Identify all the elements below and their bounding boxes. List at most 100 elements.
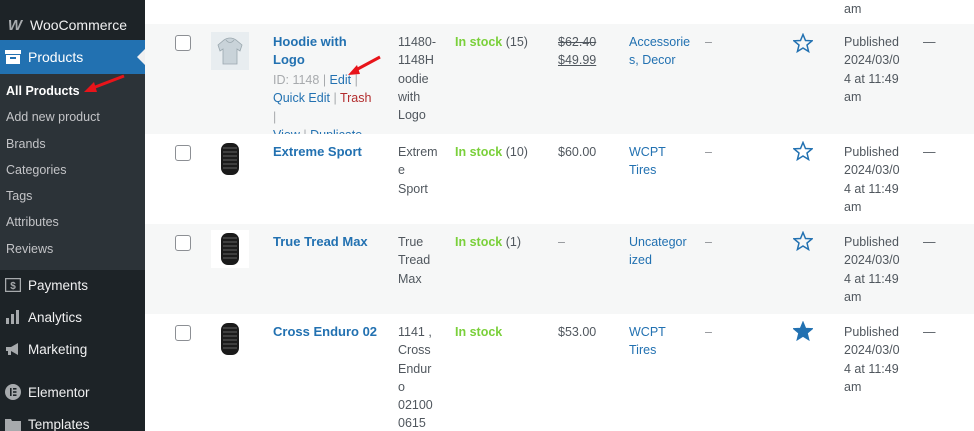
sku-line: Max [398, 271, 422, 286]
sku-line: Endur [398, 361, 432, 376]
row-checkbox[interactable] [175, 235, 191, 251]
product-thumbnail[interactable] [211, 32, 249, 70]
sku-line: Cross [398, 343, 431, 358]
product-id: ID: 1148 [273, 73, 320, 87]
elementor-icon [4, 383, 22, 401]
date-line: Published [844, 235, 899, 249]
category-line[interactable]: Accessorie [629, 33, 690, 51]
date-line: 4 at 11:49 [844, 71, 899, 86]
product-name-link[interactable]: Extreme Sport [273, 143, 362, 161]
row-checkbox[interactable] [175, 35, 191, 51]
date-line: 2024/03/0 [844, 253, 900, 268]
stock-cell: In stock (1) [455, 233, 521, 251]
submenu-attributes[interactable]: Attributes [0, 211, 145, 237]
stock-status: In stock [455, 235, 503, 249]
date-line: am [844, 379, 862, 394]
category-line[interactable]: WCPT [629, 143, 666, 161]
sku-line: Sport [398, 181, 428, 196]
stock-cell: In stock (15) [455, 33, 528, 51]
product-name-link[interactable]: Hoodie with Logo [273, 33, 373, 70]
star-outline-icon[interactable] [793, 231, 813, 251]
tags-cell: – [705, 145, 712, 159]
stock-count: (10) [505, 145, 528, 159]
category-line[interactable]: ized [629, 251, 687, 269]
category-line[interactable]: Tires [629, 161, 666, 179]
category-line[interactable]: Tires [629, 341, 666, 359]
categories-cell[interactable]: WCPT Tires [629, 323, 666, 360]
submenu-tags[interactable]: Tags [0, 185, 145, 211]
hoodie-icon [217, 37, 243, 65]
sku-line: Extrem [398, 145, 438, 159]
category-line[interactable]: Uncategor [629, 233, 687, 251]
table-row: Cross Enduro 02 1141 , Cross Endur o 021… [145, 314, 974, 431]
date-line: am [844, 289, 862, 304]
sku-line: e [398, 163, 405, 178]
dollar-icon: $ [4, 276, 22, 294]
row-checkbox[interactable] [175, 145, 191, 161]
menu-woocommerce-label: WooCommerce [30, 17, 127, 33]
menu-payments-label: Payments [28, 277, 89, 293]
quick-edit-link[interactable]: Quick Edit [273, 91, 330, 105]
star-outline-icon[interactable] [793, 141, 813, 161]
price-regular: $62.40 [558, 35, 597, 49]
categories-cell[interactable]: Accessorie s, Decor [629, 33, 690, 70]
category-line[interactable]: WCPT [629, 323, 666, 341]
date-line: 4 at 11:49 [844, 181, 899, 196]
submenu-reviews[interactable]: Reviews [0, 238, 145, 264]
price-sale: $49.99 [558, 53, 597, 68]
megaphone-icon [4, 340, 22, 358]
submenu-brands[interactable]: Brands [0, 133, 145, 159]
menu-elementor[interactable]: Elementor [0, 376, 145, 408]
sku-line: with [398, 89, 421, 104]
products-submenu: All Products Add new product Brands Cate… [0, 74, 145, 270]
categories-cell[interactable]: WCPT Tires [629, 143, 666, 180]
product-name-link[interactable]: Cross Enduro 02 [273, 323, 377, 341]
sku-cell: 1141 , Cross Endur o 02100 0615 [398, 323, 443, 431]
table-row: Hoodie with Logo ID: 1148 | Edit | Quick… [145, 24, 974, 142]
stock-status: In stock [455, 35, 503, 49]
tire-icon [221, 323, 239, 355]
date-line: 4 at 11:49 [844, 271, 899, 286]
product-name-link[interactable]: True Tread Max [273, 233, 368, 251]
extra-cell: — [923, 325, 936, 339]
edit-link[interactable]: Edit [330, 73, 352, 87]
row-checkbox[interactable] [175, 325, 191, 341]
tags-cell: – [705, 35, 712, 49]
menu-marketing[interactable]: Marketing [0, 333, 145, 365]
menu-templates[interactable]: Templates [0, 408, 145, 431]
sku-cell: True Tread Max [398, 233, 443, 288]
date-line: 2024/03/0 [844, 163, 900, 178]
date-line: Published [844, 145, 899, 159]
sku-line: o [398, 379, 405, 394]
category-line[interactable]: s, Decor [629, 51, 690, 69]
submenu-all-products[interactable]: All Products [0, 80, 145, 106]
star-filled-icon[interactable] [793, 321, 813, 341]
stock-cell: In stock [455, 323, 502, 341]
date-line: Published [844, 35, 899, 49]
price-cell: – [558, 235, 565, 249]
row-action-sep: | [354, 73, 358, 87]
submenu-add-new-product[interactable]: Add new product [0, 106, 145, 132]
extra-cell: — [923, 235, 936, 249]
trash-link[interactable]: Trash [340, 91, 372, 105]
bar-chart-icon [4, 308, 22, 326]
sku-line: 02100 [398, 398, 433, 413]
submenu-categories[interactable]: Categories [0, 159, 145, 185]
row-action-sep: | [273, 109, 277, 124]
menu-analytics[interactable]: Analytics [0, 301, 145, 333]
product-thumbnail[interactable] [211, 320, 249, 358]
product-thumbnail[interactable] [211, 230, 249, 268]
sku-line: 1141 , [398, 325, 432, 339]
product-thumbnail[interactable] [211, 140, 249, 178]
menu-elementor-label: Elementor [28, 384, 90, 400]
menu-analytics-label: Analytics [28, 309, 83, 325]
date-line: 2024/03/0 [844, 343, 900, 358]
menu-products[interactable]: Products [0, 40, 145, 74]
sku-line: oodie [398, 71, 429, 86]
star-outline-icon[interactable] [793, 33, 813, 53]
stock-count: (1) [505, 235, 522, 249]
categories-cell[interactable]: Uncategor ized [629, 233, 687, 270]
sku-line: 11480- [398, 35, 436, 49]
menu-payments[interactable]: $ Payments [0, 269, 145, 301]
date-cell: Published 2024/03/0 4 at 11:49 am [844, 143, 900, 216]
